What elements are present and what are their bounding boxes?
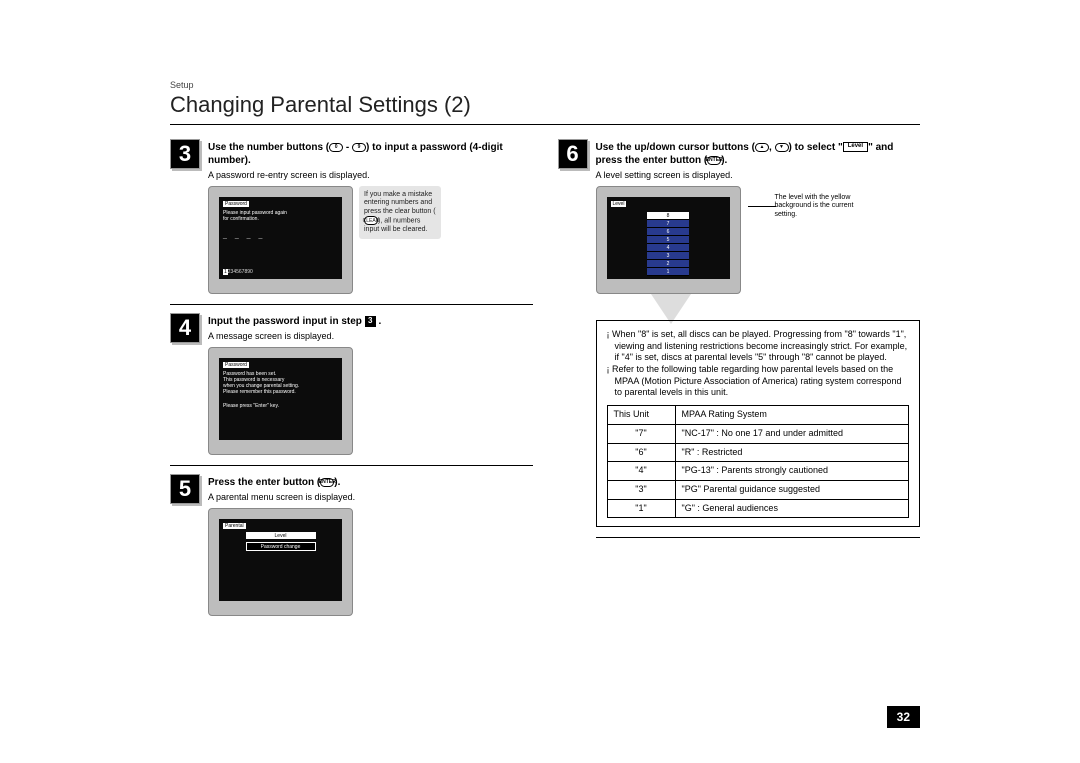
- step-3: 3 Use the number buttons (0 - 9) to inpu…: [170, 139, 533, 294]
- divider: [596, 537, 921, 538]
- step-3-callout: If you make a mistake entering numbers a…: [359, 186, 441, 239]
- step-6-sub: A level setting screen is displayed.: [596, 170, 921, 180]
- cursor-up-icon: ▲: [755, 143, 769, 152]
- step-6: 6 Use the up/down cursor buttons (▲, ▼) …: [558, 139, 921, 546]
- page-title: Changing Parental Settings (2): [170, 92, 920, 118]
- divider: [170, 304, 533, 305]
- step-5-badge: 5: [170, 474, 200, 504]
- level-item-7: 7: [647, 220, 689, 228]
- level-item-4: 4: [647, 244, 689, 252]
- step-5: 5 Press the enter button (ENTER). A pare…: [170, 474, 533, 616]
- step-3-title: Use the number buttons (0 - 9) to input …: [208, 141, 533, 167]
- level-list: 8 7 6 5 4 3 2 1: [647, 212, 689, 276]
- level-label-icon: Level: [843, 142, 868, 152]
- mpaa-header-system: MPAA Rating System: [675, 406, 909, 425]
- screen-label: Password: [223, 362, 249, 368]
- step-ref-3-icon: 3: [365, 316, 376, 327]
- step-3-sub: A password re-entry screen is displayed.: [208, 170, 533, 180]
- clear-button-icon: CLEAR: [364, 216, 378, 225]
- menu-item-level: Level: [246, 532, 316, 539]
- step-6-badge: 6: [558, 139, 588, 169]
- step-4: 4 Input the password input in step 3 . A…: [170, 313, 533, 455]
- step-5-title: Press the enter button (ENTER).: [208, 476, 533, 489]
- screen-l5: Please press "Enter" key.: [223, 403, 338, 409]
- cursor-down-icon: ▼: [775, 143, 789, 152]
- screen-l4: Please remember this password.: [223, 389, 338, 395]
- step-5-sub: A parental menu screen is displayed.: [208, 492, 533, 502]
- screen-label: Level: [611, 201, 627, 207]
- level-item-6: 6: [647, 228, 689, 236]
- level-item-2: 2: [647, 260, 689, 268]
- info-box: When "8" is set, all discs can be played…: [596, 320, 921, 527]
- step-3-badge: 3: [170, 139, 200, 169]
- step-6-sidenote: The level with the yellow background is …: [775, 194, 875, 219]
- enter-button-icon: ENTER: [320, 478, 334, 487]
- title-rule: [170, 124, 920, 125]
- mpaa-header-unit: This Unit: [607, 406, 675, 425]
- menu-item-password-change: Password change: [246, 542, 316, 551]
- level-item-5: 5: [647, 236, 689, 244]
- page-number: 32: [887, 706, 920, 728]
- screen-text-2: for confirmation.: [223, 216, 338, 222]
- screen-label: Password: [223, 201, 249, 207]
- step-4-title: Input the password input in step 3 .: [208, 315, 533, 328]
- step-5-screen: Parental Level Password change: [208, 508, 353, 616]
- level-item-1: 1: [647, 268, 689, 276]
- breadcrumb: Setup: [170, 80, 920, 90]
- divider: [170, 465, 533, 466]
- button-9-icon: 9: [352, 143, 366, 152]
- right-column: 6 Use the up/down cursor buttons (▲, ▼) …: [558, 133, 921, 616]
- table-row: "7""NC-17" : No one 17 and under admitte…: [607, 424, 909, 443]
- table-row: "1""G" : General audiences: [607, 499, 909, 518]
- step-6-title: Use the up/down cursor buttons (▲, ▼) to…: [596, 141, 921, 167]
- button-0-icon: 0: [329, 143, 343, 152]
- table-row: "4""PG-13" : Parents strongly cautioned: [607, 462, 909, 481]
- note-leader-line: [748, 206, 776, 207]
- step-4-sub: A message screen is displayed.: [208, 331, 533, 341]
- number-row: 1234567890: [223, 269, 253, 275]
- step-6-screen: Level 8 7 6 5 4 3 2 1: [596, 186, 741, 294]
- enter-button-icon: ENTER: [707, 156, 721, 165]
- level-item-3: 3: [647, 252, 689, 260]
- step-4-screen: Password Password has been set. This pas…: [208, 347, 353, 455]
- info-bullet-2: Refer to the following table regarding h…: [615, 364, 910, 399]
- screen-label: Parental: [223, 523, 246, 529]
- step-3-screen: Password Please input password again for…: [208, 186, 353, 294]
- info-bullet-1: When "8" is set, all discs can be played…: [615, 329, 910, 364]
- step-4-badge: 4: [170, 313, 200, 343]
- table-row: "6""R" : Restricted: [607, 443, 909, 462]
- mpaa-table: This Unit MPAA Rating System "7""NC-17" …: [607, 405, 910, 518]
- level-item-8: 8: [647, 212, 689, 220]
- table-row: "3""PG" Parental guidance suggested: [607, 480, 909, 499]
- password-dashes: _ _ _ _: [223, 232, 338, 239]
- left-column: 3 Use the number buttons (0 - 9) to inpu…: [170, 133, 533, 616]
